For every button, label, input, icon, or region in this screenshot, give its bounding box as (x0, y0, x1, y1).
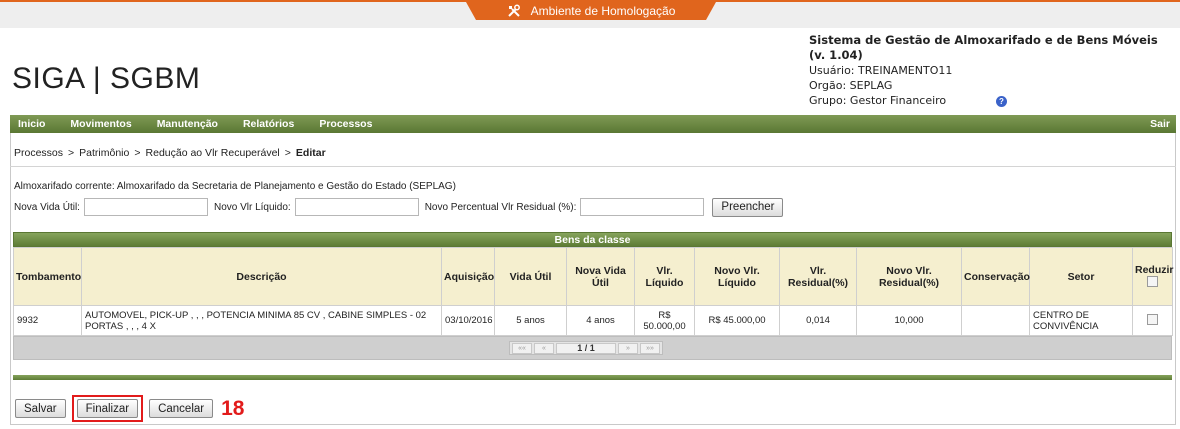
footer-divider (13, 375, 1172, 380)
col-descricao: Descrição (81, 247, 442, 306)
col-tombamento: Tombamento (13, 247, 82, 306)
breadcrumb-separator: > (68, 147, 75, 159)
main-nav: Inicio Movimentos Manutenção Relatórios … (10, 115, 1176, 133)
assets-table-wrap: Bens da classe Tombamento Descrição Aqui… (13, 232, 1174, 360)
col-reduzir: Reduzir (1132, 247, 1174, 306)
cell-aquisicao: 03/10/2016 (441, 305, 495, 336)
novo-pct-input[interactable] (580, 198, 705, 216)
novo-pct-label: Novo Percentual Vlr Residual (%): (424, 201, 577, 213)
col-conservacao: Conservação (961, 247, 1030, 306)
first-page-button[interactable]: «« (512, 342, 532, 354)
col-vlr-liquido: Vlr. Líquido (634, 247, 695, 306)
cell-vlr-residual: 0,014 (779, 305, 857, 336)
novo-vlr-label: Novo Vlr Líquido: (213, 201, 291, 213)
help-icon[interactable]: ? (996, 96, 1007, 107)
finalize-highlight: Finalizar (71, 395, 144, 422)
finalize-button[interactable]: Finalizar (76, 399, 139, 418)
breadcrumb-separator: > (284, 147, 291, 159)
col-aquisicao: Aquisição (441, 247, 495, 306)
logout-link[interactable]: Sair (1150, 118, 1176, 130)
cell-nova-vida-util: 4 anos (566, 305, 635, 336)
breadcrumb: Processos > Patrimônio > Redução ao Vlr Recu… (14, 147, 326, 159)
environment-bar: Ambiente de Homologação (0, 0, 1180, 28)
col-vida-util: Vida Útil (494, 247, 567, 306)
breadcrumb-processos[interactable]: Processos (14, 147, 63, 159)
nav-manutencao[interactable]: Manutenção (149, 118, 218, 130)
page-indicator: 1 / 1 (556, 342, 616, 354)
breadcrumb-patrimonio[interactable]: Patrimônio (79, 147, 129, 159)
novo-vlr-input[interactable] (294, 198, 419, 216)
user-info: Usuário: TREINAMENTO11 (809, 64, 953, 77)
cell-novo-vlr-residual: 10,000 (856, 305, 962, 336)
prev-page-button[interactable]: « (534, 342, 554, 354)
col-setor: Setor (1029, 247, 1133, 306)
table-header-row: Tombamento Descrição Aquisição Vida Útil… (13, 247, 1174, 306)
divider (10, 166, 1176, 167)
nav-processos[interactable]: Processos (311, 118, 372, 130)
save-button[interactable]: Salvar (15, 399, 66, 418)
environment-label: Ambiente de Homologação (530, 4, 676, 18)
action-bar: Salvar Finalizar Cancelar 18 (15, 395, 244, 422)
select-all-checkbox[interactable] (1147, 275, 1158, 287)
col-nova-vida-util: Nova Vida Útil (566, 247, 635, 306)
next-page-button[interactable]: » (618, 342, 638, 354)
breadcrumb-reducao[interactable]: Redução ao Vlr Recuperável (146, 147, 280, 159)
cell-reduzir (1132, 305, 1173, 336)
table-row: 9932 AUTOMOVEL, PICK-UP , , , POTENCIA M… (13, 305, 1173, 336)
breadcrumb-current: Editar (295, 147, 326, 159)
col-novo-vlr-liquido: Novo Vlr. Líquido (694, 247, 780, 306)
cell-vida-util: 5 anos (494, 305, 567, 336)
breadcrumb-separator: > (134, 147, 141, 159)
group-info: Grupo: Gestor Financeiro (809, 94, 947, 107)
col-reduzir-label: Reduzir (1135, 263, 1174, 276)
assets-table: Tombamento Descrição Aquisição Vida Útil… (13, 247, 1174, 336)
fill-form: Nova Vida Útil: Novo Vlr Líquido: Novo P… (14, 197, 784, 217)
environment-tab: Ambiente de Homologação (466, 2, 716, 20)
cell-vlr-liquido: R$ 50.000,00 (634, 305, 695, 336)
pagination-controls: «« « 1 / 1 » »» (509, 341, 663, 355)
cell-descricao: AUTOMOVEL, PICK-UP , , , POTENCIA MINIMA… (81, 305, 442, 336)
nav-movimentos[interactable]: Movimentos (62, 118, 131, 130)
step-number: 18 (221, 396, 245, 420)
nova-vida-input[interactable] (83, 198, 208, 216)
app-logo: SIGA | SGBM (12, 62, 201, 95)
cell-setor: CENTRO DE CONVIVÊNCIA (1029, 305, 1133, 336)
pagination-bar: «« « 1 / 1 » »» (13, 336, 1172, 360)
nav-relatorios[interactable]: Relatórios (235, 118, 294, 130)
col-vlr-residual: Vlr. Residual(%) (779, 247, 857, 306)
nova-vida-label: Nova Vida Útil: (14, 201, 80, 213)
current-warehouse: Almoxarifado corrente: Almoxarifado da S… (14, 181, 456, 192)
org-info: Orgão: SEPLAG (809, 79, 893, 92)
nav-inicio[interactable]: Inicio (10, 118, 45, 130)
reduzir-checkbox[interactable] (1147, 313, 1158, 325)
cancel-button[interactable]: Cancelar (149, 399, 214, 418)
fill-button[interactable]: Preencher (712, 197, 784, 217)
col-novo-vlr-residual: Novo Vlr. Residual(%) (856, 247, 962, 306)
system-info: Sistema de Gestão de Almoxarifado e de B… (809, 33, 1174, 108)
tools-icon (507, 4, 520, 17)
system-title: Sistema de Gestão de Almoxarifado e de B… (809, 33, 1158, 62)
cell-novo-vlr-liquido: R$ 45.000,00 (694, 305, 780, 336)
last-page-button[interactable]: »» (640, 342, 660, 354)
cell-tombamento: 9932 (13, 305, 82, 336)
cell-conservacao (961, 305, 1030, 336)
table-caption: Bens da classe (13, 232, 1172, 247)
